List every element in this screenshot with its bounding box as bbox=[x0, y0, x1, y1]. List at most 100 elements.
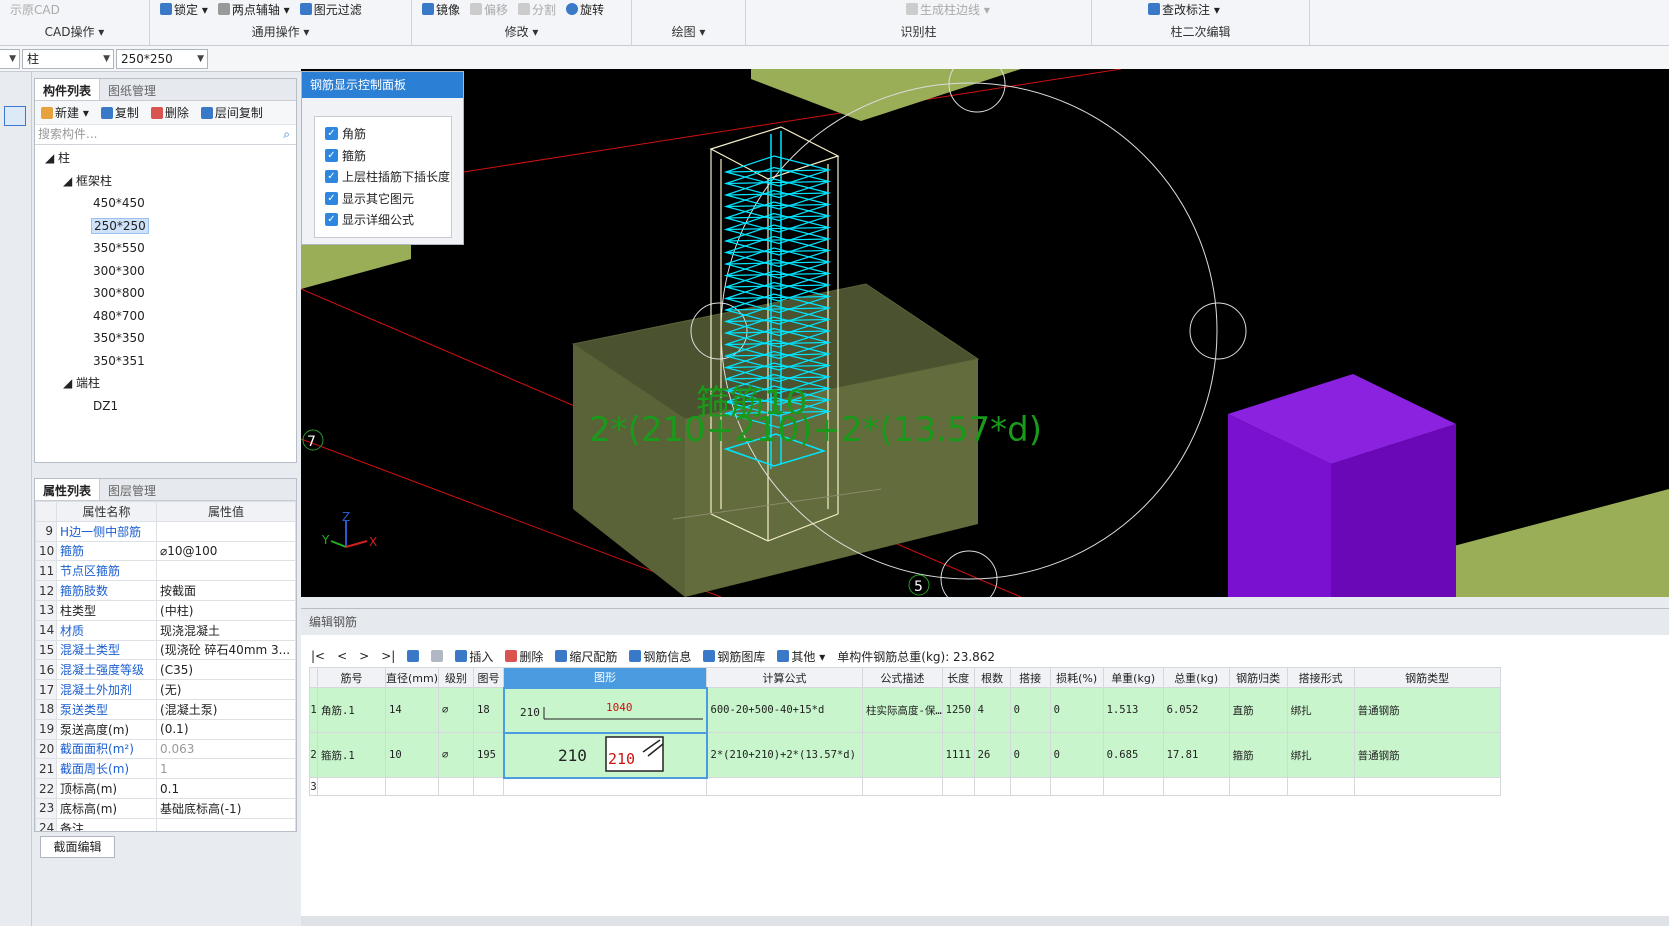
property-value[interactable]: 0.1 bbox=[156, 778, 296, 799]
scale-rebar-button[interactable]: 缩尺配筋 bbox=[555, 648, 617, 665]
generate-column-edge-button[interactable]: 生成柱边线 ▾ bbox=[906, 1, 990, 18]
option-checkbox[interactable]: ✓ 显示其它图元 bbox=[315, 188, 451, 210]
option-checkbox[interactable]: ✓ 上层柱插筋下插长度 bbox=[315, 166, 451, 188]
property-row[interactable]: 12 箍筋肢数 按截面 bbox=[35, 580, 296, 601]
search-icon[interactable]: ⌕ bbox=[283, 125, 290, 144]
property-value[interactable]: (C35) bbox=[156, 659, 296, 681]
tab-drawing-management[interactable]: 图纸管理 bbox=[100, 79, 164, 100]
cell-lap[interactable]: 0 bbox=[1009, 687, 1051, 733]
cell-type[interactable]: 普通钢筋 bbox=[1353, 687, 1501, 733]
new-button[interactable]: 新建 ▾ bbox=[41, 104, 89, 121]
property-value[interactable]: (中柱) bbox=[156, 599, 296, 621]
rotate-button[interactable]: 旋转 bbox=[566, 1, 604, 18]
floor-copy-button[interactable]: 层间复制 bbox=[200, 104, 263, 121]
rebar-library-button[interactable]: 钢筋图库 bbox=[703, 648, 765, 665]
property-row[interactable]: 13 柱类型 (中柱) bbox=[35, 599, 296, 621]
tree-item[interactable]: 300*800 bbox=[35, 282, 296, 305]
property-row[interactable]: 23 底标高(m) 基础底标高(-1) bbox=[35, 797, 296, 819]
tree-item[interactable]: 450*450 bbox=[35, 192, 296, 215]
edit-annotation-button[interactable]: 查改标注 ▾ bbox=[1148, 1, 1220, 18]
property-row[interactable]: 17 混凝土外加剂 (无) bbox=[35, 679, 296, 700]
property-row[interactable]: 20 截面面积(m²) 0.063 bbox=[35, 738, 296, 760]
move-down-icon[interactable] bbox=[431, 650, 444, 662]
property-value[interactable] bbox=[156, 817, 296, 831]
cell-lap_form[interactable]: 绑扎 bbox=[1286, 732, 1355, 778]
property-row[interactable]: 10 箍筋 ⌀10@100 bbox=[35, 540, 296, 562]
option-checkbox[interactable]: ✓ 角筋 bbox=[315, 123, 451, 145]
cell-grade[interactable]: ⌀ bbox=[438, 732, 474, 778]
property-row[interactable]: 14 材质 现浇混凝土 bbox=[35, 619, 296, 641]
move-up-icon[interactable] bbox=[407, 650, 420, 662]
property-value[interactable]: 现浇混凝土 bbox=[156, 619, 296, 641]
cell-lap_form[interactable]: 绑扎 bbox=[1286, 687, 1355, 733]
property-row[interactable]: 11 节点区箍筋 bbox=[35, 560, 296, 582]
general-group-label[interactable]: 通用操作 ▾ bbox=[150, 23, 411, 40]
table-row[interactable]: 3 bbox=[309, 777, 1501, 796]
checkbox-checked-icon[interactable]: ✓ bbox=[325, 148, 338, 162]
table-row[interactable]: 2 箍筋.1 10 ⌀ 195 210 210 2*(210+210)+2*(13.57*d)… bbox=[309, 731, 1501, 779]
cell-loss[interactable]: 0 bbox=[1049, 687, 1104, 733]
property-value[interactable]: 0.063 bbox=[156, 738, 296, 760]
cell-total_w[interactable]: 6.052 bbox=[1162, 687, 1230, 733]
cell-fig[interactable]: 18 bbox=[473, 687, 504, 733]
table-row[interactable]: 1 角筋.1 14 ⌀ 18 210 1040 600-20+500-40+15*d 柱实际高度… bbox=[309, 686, 1501, 734]
checkbox-checked-icon[interactable]: ✓ bbox=[325, 191, 338, 205]
cell-formula[interactable]: 600-20+500-40+15*d bbox=[706, 687, 863, 733]
property-row[interactable]: 19 泵送高度(m) (0.1) bbox=[35, 718, 296, 740]
component-search-input[interactable]: 搜索构件... ⌕ bbox=[35, 125, 296, 145]
first-record-button[interactable]: |< bbox=[311, 649, 325, 663]
two-point-axis-button[interactable]: 两点辅轴 ▾ bbox=[217, 1, 290, 18]
other-button[interactable]: 其他 ▾ bbox=[777, 648, 825, 665]
property-row[interactable]: 22 顶标高(m) 0.1 bbox=[35, 778, 296, 799]
lock-button[interactable]: 锁定 ▾ bbox=[160, 1, 208, 18]
cell-lap[interactable]: 0 bbox=[1009, 732, 1051, 778]
tab-component-list[interactable]: 构件列表 bbox=[35, 79, 101, 100]
property-row[interactable]: 18 泵送类型 (混凝土泵) bbox=[35, 698, 296, 720]
cell-dia[interactable]: 10 bbox=[385, 732, 439, 778]
cell-count[interactable]: 26 bbox=[973, 732, 1011, 778]
cell-desc[interactable]: 柱实际高度-保… bbox=[862, 687, 943, 733]
tree-item-selected[interactable]: 250*250 bbox=[35, 215, 296, 238]
property-value[interactable]: (混凝土泵) bbox=[156, 698, 296, 720]
property-value[interactable]: 基础底标高(-1) bbox=[156, 797, 296, 819]
property-value[interactable]: 1 bbox=[156, 758, 296, 780]
cell-len[interactable]: 1250 bbox=[941, 687, 975, 733]
property-row[interactable]: 24 备注 bbox=[35, 817, 296, 831]
layout-icon[interactable] bbox=[4, 106, 26, 126]
tree-item[interactable]: 350*351 bbox=[35, 350, 296, 373]
rebar-info-button[interactable]: 钢筋信息 bbox=[629, 648, 691, 665]
cell-grade[interactable]: ⌀ bbox=[438, 687, 474, 733]
tab-layer-management[interactable]: 图层管理 bbox=[100, 479, 164, 500]
property-value[interactable] bbox=[156, 520, 296, 542]
property-value[interactable]: ⌀10@100 bbox=[156, 540, 296, 562]
cad-group-label[interactable]: CAD操作 ▾ bbox=[0, 23, 149, 40]
tree-item[interactable]: 350*350 bbox=[35, 327, 296, 350]
tree-item[interactable]: 300*300 bbox=[35, 260, 296, 283]
3d-viewport[interactable]: 7 5 箍筋10 2*(210+210)+2*(13.57*d) Z X Y bbox=[301, 69, 1669, 597]
tab-property-list[interactable]: 属性列表 bbox=[35, 479, 101, 500]
cell-len[interactable]: 1111 bbox=[941, 732, 975, 778]
property-row[interactable]: 9 H边一侧中部筋 bbox=[35, 520, 296, 542]
cell-loss[interactable]: 0 bbox=[1049, 732, 1104, 778]
property-row[interactable]: 15 混凝土类型 (现浇砼 碎石40mm 3... bbox=[35, 639, 296, 661]
type-combo[interactable]: 柱 ▼ bbox=[22, 49, 114, 69]
cell-cat[interactable]: 箍筋 bbox=[1228, 732, 1288, 778]
cell-count[interactable]: 4 bbox=[973, 687, 1011, 733]
section-edit-button[interactable]: 截面编辑 bbox=[40, 836, 115, 858]
modify-group-label[interactable]: 修改 ▾ bbox=[412, 23, 631, 40]
checkbox-checked-icon[interactable]: ✓ bbox=[325, 213, 338, 227]
tree-node-column[interactable]: ◢ 柱 bbox=[35, 147, 296, 170]
split-button[interactable]: 分割 bbox=[518, 1, 556, 18]
property-value[interactable]: 按截面 bbox=[156, 580, 296, 601]
tree-item[interactable]: 350*550 bbox=[35, 237, 296, 260]
cell-unit_w[interactable]: 1.513 bbox=[1102, 687, 1164, 733]
option-checkbox[interactable]: ✓ 箍筋 bbox=[315, 145, 451, 167]
rebar-shape-cell[interactable]: 210 1040 bbox=[502, 686, 708, 734]
floor-combo[interactable]: ▼ bbox=[0, 49, 20, 69]
option-checkbox[interactable]: ✓ 显示详细公式 bbox=[315, 209, 451, 231]
property-value[interactable]: (0.1) bbox=[156, 718, 296, 740]
tree-node-frame-column[interactable]: ◢ 框架柱 bbox=[35, 170, 296, 193]
delete-button[interactable]: 删除 bbox=[150, 104, 189, 121]
cell-name[interactable]: 箍筋.1 bbox=[317, 732, 386, 778]
property-row[interactable]: 21 截面周长(m) 1 bbox=[35, 758, 296, 780]
